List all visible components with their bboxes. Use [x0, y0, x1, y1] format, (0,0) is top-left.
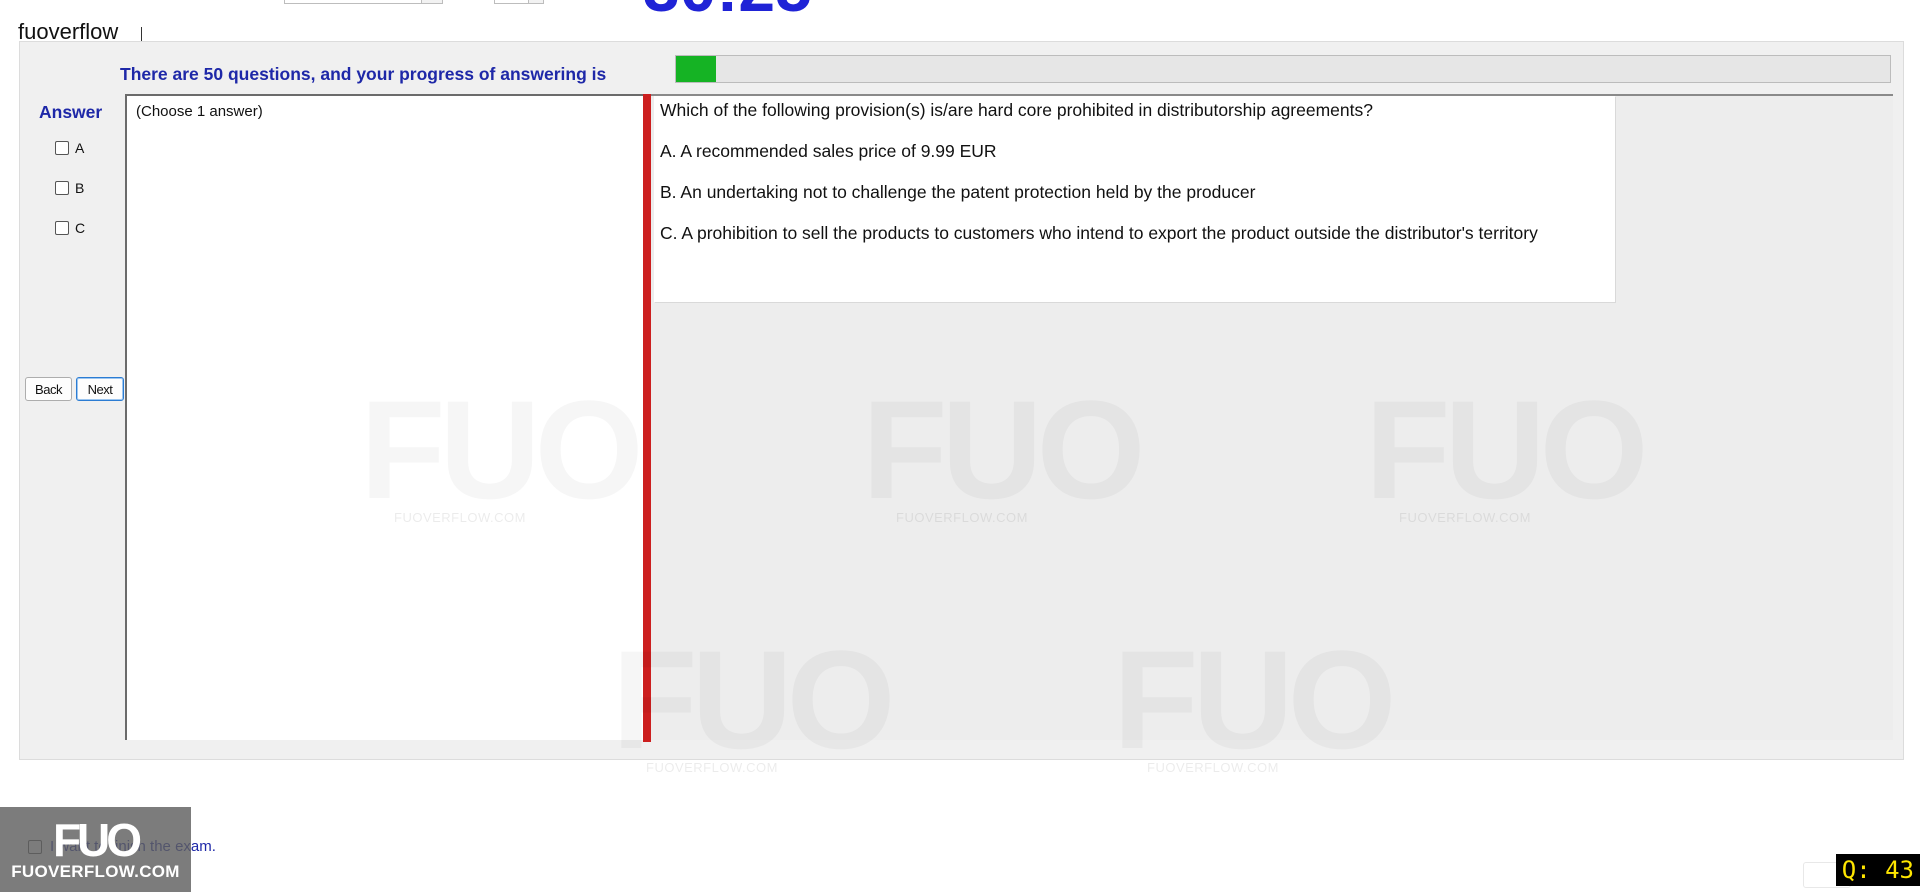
- choose-instruction: (Choose 1 answer): [136, 103, 263, 120]
- option-a[interactable]: A: [55, 140, 84, 156]
- option-a-label: A: [75, 140, 85, 156]
- option-b-label: B: [75, 180, 85, 196]
- option-b-checkbox[interactable]: [55, 181, 69, 195]
- option-a-checkbox[interactable]: [55, 141, 69, 155]
- answer-heading: Answer: [39, 102, 103, 122]
- question-box: Which of the following provision(s) is/a…: [654, 96, 1615, 302]
- option-c-checkbox[interactable]: [55, 221, 69, 235]
- fuoverflow-logo: FUO FUOVERFLOW.COM: [0, 807, 191, 892]
- top-small-control[interactable]: [494, 0, 544, 4]
- progress-bar: [675, 55, 1891, 83]
- logo-text: FUOVERFLOW.COM: [11, 861, 180, 881]
- question-counter: Q: 43: [1835, 854, 1920, 886]
- logo-mark: FUO: [52, 813, 142, 866]
- countdown-timer: 30:25: [643, 0, 812, 21]
- watermark-site: FUOVERFLOW.COM: [646, 760, 778, 775]
- choice-a-text: A. A recommended sales price of 9.99 EUR: [660, 141, 997, 161]
- choice-c-text: C. A prohibition to sell the products to…: [660, 223, 1538, 243]
- panel-splitter[interactable]: [643, 94, 651, 742]
- question-text: Which of the following provision(s) is/a…: [660, 100, 1373, 120]
- option-b[interactable]: B: [55, 180, 84, 196]
- back-button[interactable]: Back: [25, 377, 72, 401]
- choice-b-text: B. An undertaking not to challenge the p…: [660, 182, 1256, 202]
- question-panel: Which of the following provision(s) is/a…: [651, 94, 1893, 740]
- next-button[interactable]: Next: [76, 377, 124, 401]
- top-dropdown[interactable]: [284, 0, 443, 4]
- option-c-label: C: [75, 220, 86, 236]
- answer-notes-panel: (Choose 1 answer): [125, 94, 644, 740]
- watermark-site: FUOVERFLOW.COM: [1147, 760, 1279, 775]
- progress-label: There are 50 questions, and your progres…: [120, 64, 607, 84]
- progress-fill: [676, 56, 717, 82]
- option-c[interactable]: C: [55, 220, 85, 236]
